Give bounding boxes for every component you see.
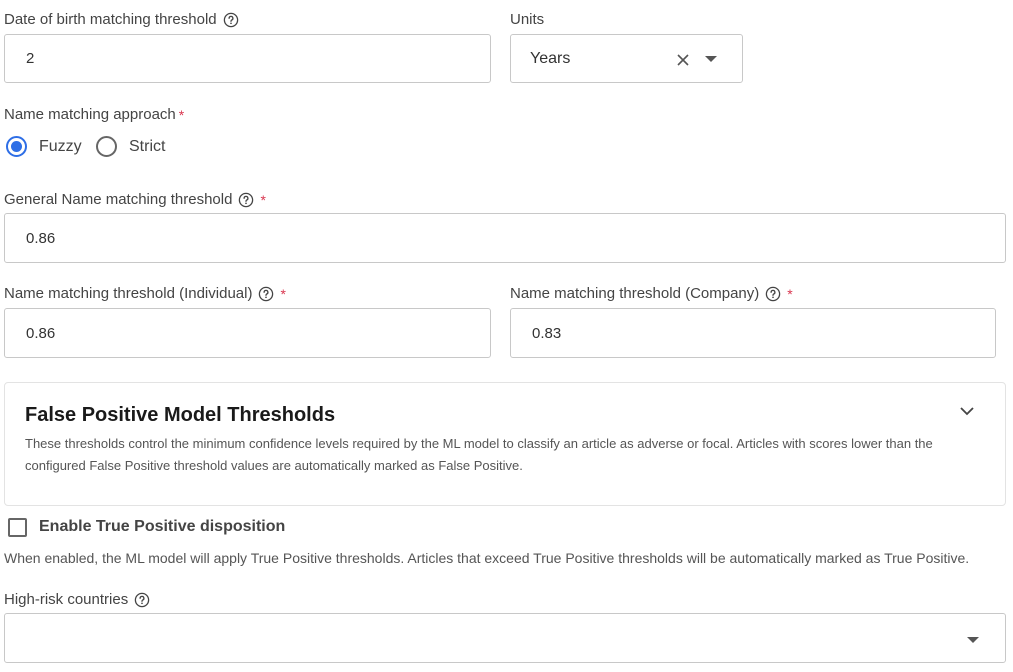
general-threshold-label: General Name matching threshold xyxy=(4,191,233,208)
required-mark: * xyxy=(787,285,793,302)
company-threshold-value: 0.83 xyxy=(532,324,562,342)
units-value: Years xyxy=(530,49,571,67)
individual-threshold-input[interactable]: 0.86 xyxy=(4,308,491,358)
company-threshold-input[interactable]: 0.83 xyxy=(510,308,996,358)
company-threshold-label: Name matching threshold (Company) xyxy=(510,285,760,302)
units-label-row: Units xyxy=(510,11,544,28)
company-threshold-label-row: Name matching threshold (Company) * xyxy=(510,285,793,302)
true-positive-checkbox[interactable] xyxy=(8,518,27,537)
individual-threshold-label: Name matching threshold (Individual) xyxy=(4,285,253,302)
high-risk-countries-select[interactable] xyxy=(4,613,1006,663)
dob-threshold-value: 2 xyxy=(26,50,35,67)
general-threshold-label-row: General Name matching threshold * xyxy=(4,191,266,208)
units-select[interactable]: Years xyxy=(510,34,743,83)
individual-threshold-value: 0.86 xyxy=(26,324,56,342)
high-risk-label: High-risk countries xyxy=(4,591,129,608)
radio-button[interactable] xyxy=(96,136,117,157)
dob-label: Date of birth matching threshold xyxy=(4,11,217,28)
help-icon[interactable] xyxy=(765,286,781,302)
required-mark: * xyxy=(178,106,185,123)
true-positive-label[interactable]: Enable True Positive disposition xyxy=(39,518,285,536)
individual-threshold-label-row: Name matching threshold (Individual) * xyxy=(4,285,286,302)
panel-title: False Positive Model Thresholds xyxy=(25,404,336,426)
clear-icon[interactable] xyxy=(676,53,690,67)
radio-fuzzy[interactable]: Fuzzy xyxy=(6,136,82,157)
panel-description: These thresholds control the minimum con… xyxy=(25,436,933,473)
help-icon[interactable] xyxy=(238,192,254,208)
required-mark: * xyxy=(280,285,286,302)
radio-button-selected[interactable] xyxy=(6,136,27,157)
false-positive-panel[interactable]: False Positive Model Thresholds These th… xyxy=(4,382,1006,506)
name-approach-label: Name matching approach xyxy=(4,106,176,123)
dob-label-row: Date of birth matching threshold xyxy=(4,11,239,28)
units-label: Units xyxy=(510,11,545,28)
name-approach-label-row: Name matching approach * xyxy=(4,106,184,123)
dob-threshold-input[interactable]: 2 xyxy=(4,34,491,83)
chevron-down-icon[interactable] xyxy=(959,405,975,417)
radio-fuzzy-label: Fuzzy xyxy=(39,137,82,155)
true-positive-description: When enabled, the ML model will apply Tr… xyxy=(4,550,970,566)
radio-strict-label: Strict xyxy=(129,137,166,155)
general-threshold-value: 0.86 xyxy=(26,229,56,247)
radio-strict[interactable]: Strict xyxy=(96,136,165,157)
required-mark: * xyxy=(260,191,266,208)
chevron-down-icon[interactable] xyxy=(967,636,979,644)
help-icon[interactable] xyxy=(258,286,274,302)
high-risk-label-row: High-risk countries xyxy=(4,591,150,608)
general-threshold-input[interactable]: 0.86 xyxy=(4,213,1006,263)
help-icon[interactable] xyxy=(223,12,239,28)
chevron-down-icon[interactable] xyxy=(705,55,717,63)
help-icon[interactable] xyxy=(134,592,150,608)
